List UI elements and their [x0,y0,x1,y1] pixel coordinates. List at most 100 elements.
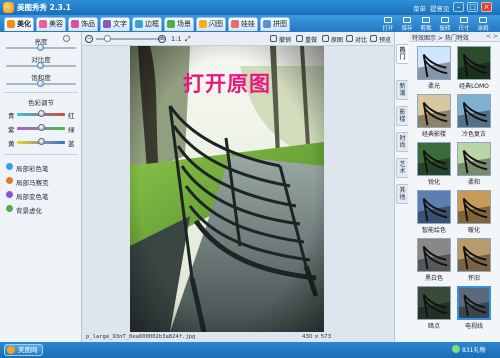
filter-label: 经典LOMO [459,83,489,90]
brightness-slider-thumb[interactable] [37,44,44,51]
doll-icon [231,20,239,28]
yellow-blue-row: 黄 蓝 [8,138,75,148]
open-original-label[interactable]: 打开原图 [130,68,324,98]
filter-preview [458,95,490,127]
maximize-icon[interactable]: □ [467,2,478,12]
filter-label: 电视线 [464,323,483,330]
tab-studio[interactable]: 影楼 [396,106,408,126]
filter-label: 暗点 [427,323,440,330]
canvas-toolbar: − + 1:1 ⤢ 撤销 重做 原图 对比 预览 [82,32,394,46]
partial-recolor-pen-link[interactable]: 局部变色笔 [6,191,49,201]
meitu-logo-icon [7,346,15,354]
tab-flash[interactable]: 闪图 [196,17,226,31]
undo-button[interactable]: 撤销 [270,35,291,44]
crop-button[interactable]: 剪裁 [417,17,435,32]
zoom-in-icon[interactable]: + [158,35,166,43]
tab-art[interactable]: 艺术 [396,158,408,178]
doodle-button[interactable]: 涂鸦 [474,17,492,32]
tab-trendy[interactable]: 新潮 [396,80,408,100]
save-icon [403,17,411,23]
title-bar: 美图秀秀 2.3.1 菜单 提意见 – □ × [0,0,500,15]
adjust-panel: 亮度 对比度 饱和度 色彩调节 青 红 紫 绿 黄 蓝 局部彩色笔 局部马赛克 … [0,32,82,342]
filter-thumbnail[interactable] [457,286,491,320]
compare-button[interactable]: 对比 [346,35,367,44]
cyan-red-row: 青 红 [8,110,75,120]
filter-breadcrumb: 特效图示 > 热门特效 [412,35,469,42]
filter-thumbnail[interactable] [457,94,491,128]
zoom-out-icon[interactable]: − [85,35,93,43]
preview-button[interactable]: 预览 [370,35,391,44]
resize-button[interactable]: 尺寸 [455,17,473,32]
beauty-icon [39,20,47,28]
filter-thumbnail[interactable] [457,190,491,224]
contrast-slider-thumb[interactable] [37,62,44,69]
magenta-green-row: 紫 绿 [8,124,75,134]
partial-color-pen-link[interactable]: 局部彩色笔 [6,163,49,173]
filter-panel-header: 特效图示 > 热门特效 < > [409,32,500,42]
filter-thumbnail[interactable] [417,286,451,320]
cyan-red-thumb[interactable] [38,110,45,117]
close-icon[interactable]: × [481,2,492,12]
flash-icon [199,20,207,28]
filter-label: 黑白色 [424,275,443,282]
reset-icon[interactable] [63,35,70,42]
menu-link[interactable]: 菜单 [413,3,426,13]
minimize-icon[interactable]: – [453,2,464,12]
open-button[interactable]: 打开 [379,17,397,32]
yellow-blue-thumb[interactable] [38,138,45,145]
tab-popular[interactable]: 热门 [396,44,408,64]
tab-beauty[interactable]: 美容 [36,17,66,31]
tab-text[interactable]: 文字 [100,17,130,31]
saturation-slider-thumb[interactable] [37,80,44,87]
tab-collage[interactable]: 拼图 [260,17,290,31]
filter-thumbnail[interactable] [417,94,451,128]
filter-preview [458,191,490,223]
app-logo-icon [3,2,14,13]
resize-icon [460,17,468,23]
tab-accessories[interactable]: 饰品 [68,17,98,31]
save-button[interactable]: 保存 [398,17,416,32]
recolor-pen-icon [6,191,13,198]
filter-thumbnail[interactable] [457,46,491,80]
filter-thumbnail[interactable] [417,46,451,80]
filter-preview [418,95,450,127]
tab-fashion[interactable]: 时尚 [396,132,408,152]
tab-other[interactable]: 其他 [396,184,408,204]
feedback-link[interactable]: 提意见 [430,3,450,13]
image-dimensions: 430 × 573 [302,334,332,340]
fit-window-icon[interactable]: ⤢ [185,35,191,44]
tab-scene[interactable]: 场景 [164,17,194,31]
tab-doll[interactable]: 娃娃 [228,17,258,31]
partial-mosaic-link[interactable]: 局部马赛克 [6,177,49,187]
zoom-slider-thumb[interactable] [104,35,111,42]
gift-icon [452,345,460,353]
original-button[interactable]: 原图 [322,35,343,44]
background-blur-link[interactable]: 背景虚化 [6,205,42,215]
color-adjust-title: 色彩调节 [28,99,54,107]
filter-thumbnail[interactable] [417,238,451,272]
rotate-button[interactable]: 旋转 [436,17,454,32]
scene-icon [167,20,175,28]
gift-tray[interactable]: 831礼物 [452,345,485,354]
photo-canvas[interactable]: 打开原图 [130,46,324,332]
tab-frame[interactable]: 边框 [132,17,162,31]
magenta-green-thumb[interactable] [38,124,45,131]
meitu-home-button[interactable]: 美图网 [4,344,43,356]
filter-preview [458,239,490,271]
undo-icon [270,35,277,42]
filter-preview [458,143,490,175]
text-icon [103,20,111,28]
filter-label: 冷色复古 [461,131,486,138]
filter-thumbnail[interactable] [457,142,491,176]
filter-thumbnail[interactable] [457,238,491,272]
tab-beautify[interactable]: 美化 [4,17,34,31]
filter-preview [418,143,450,175]
page-arrows[interactable]: < > [486,33,498,40]
redo-button[interactable]: 重做 [296,35,317,44]
filter-preview [458,47,490,79]
frame-icon [135,20,143,28]
filter-thumbnail[interactable] [417,142,451,176]
zoom-reset-button[interactable]: 1:1 [171,35,181,43]
filter-panel: 特效图示 > 热门特效 < > 热门 新潮 影楼 时尚 艺术 其他 柔光 经典LO… [394,32,500,342]
filter-thumbnail[interactable] [417,190,451,224]
